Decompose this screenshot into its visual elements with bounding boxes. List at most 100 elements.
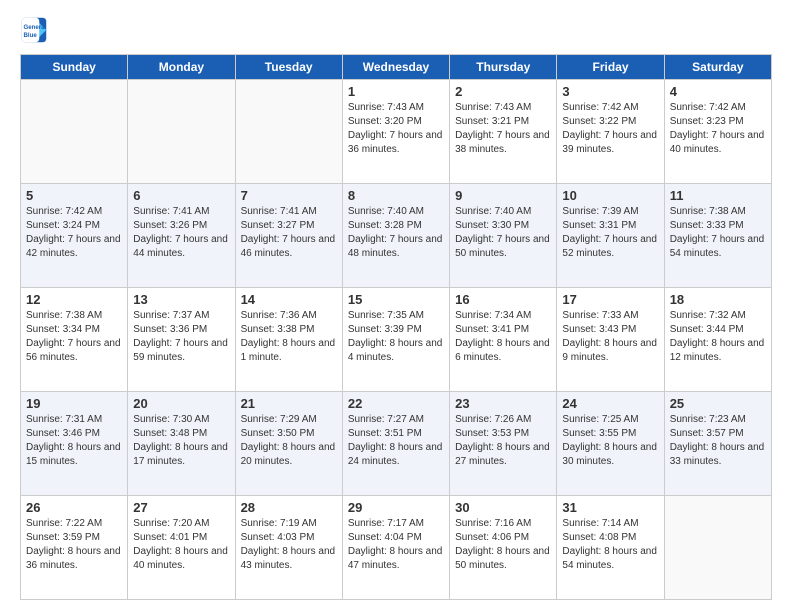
day-number: 31	[562, 500, 658, 515]
calendar-day-cell: 11Sunrise: 7:38 AM Sunset: 3:33 PM Dayli…	[664, 184, 771, 288]
day-info: Sunrise: 7:41 AM Sunset: 3:26 PM Dayligh…	[133, 205, 229, 261]
calendar-day-cell: 10 Sunrise: 7:39 AM Sunset: 3:31 PM Dayli…	[557, 184, 664, 288]
page: General Blue SundayMondayTuesdayWednesda…	[0, 0, 792, 612]
day-info: Sunrise: 7:32 AM Sunset: 3:44 PM Dayligh…	[670, 309, 766, 365]
day-number: 4	[670, 84, 766, 99]
day-number: 11	[670, 188, 766, 203]
calendar-day-cell: 25 Sunrise: 7:23 AM Sunset: 3:57 PM Dayli…	[664, 392, 771, 496]
day-number: 13	[133, 292, 229, 307]
day-info: Sunrise: 7:43 AM Sunset: 3:20 PM Dayligh…	[348, 101, 444, 157]
day-info: Sunrise: 7:20 AM Sunset: 4:01 PM Dayligh…	[133, 517, 229, 573]
day-info: Sunrise: 7:25 AM Sunset: 3:55 PM Dayligh…	[562, 413, 658, 469]
day-info: Sunrise: 7:41 AM Sunset: 3:27 PM Dayligh…	[241, 205, 337, 261]
calendar-header-row: SundayMondayTuesdayWednesdayThursdayFrid…	[21, 55, 772, 80]
day-info: Sunrise: 7:38 AM Sunset: 3:34 PM Dayligh…	[26, 309, 122, 365]
day-number: 12	[26, 292, 122, 307]
svg-text:General: General	[24, 24, 47, 31]
calendar-day-cell: 29 Sunrise: 7:17 AM Sunset: 4:04 PM Dayli…	[342, 496, 449, 600]
calendar-week-row: 1 Sunrise: 7:43 AM Sunset: 3:20 PM Daylig…	[21, 80, 772, 184]
day-number: 21	[241, 396, 337, 411]
calendar-header-cell: Saturday	[664, 55, 771, 80]
calendar-day-cell: 13 Sunrise: 7:37 AM Sunset: 3:36 PM Dayli…	[128, 288, 235, 392]
calendar-day-cell: 30Sunrise: 7:16 AM Sunset: 4:06 PM Dayli…	[450, 496, 557, 600]
calendar-week-row: 19 Sunrise: 7:31 AM Sunset: 3:46 PM Dayli…	[21, 392, 772, 496]
calendar-day-cell: 6 Sunrise: 7:41 AM Sunset: 3:26 PM Daylig…	[128, 184, 235, 288]
calendar-day-cell: 2Sunrise: 7:43 AM Sunset: 3:21 PM Daylig…	[450, 80, 557, 184]
calendar-day-cell: 20 Sunrise: 7:30 AM Sunset: 3:48 PM Dayli…	[128, 392, 235, 496]
calendar-day-cell: 27 Sunrise: 7:20 AM Sunset: 4:01 PM Dayli…	[128, 496, 235, 600]
calendar-day-cell	[664, 496, 771, 600]
calendar-day-cell: 23 Sunrise: 7:26 AM Sunset: 3:53 PM Dayli…	[450, 392, 557, 496]
calendar-header-cell: Thursday	[450, 55, 557, 80]
calendar-day-cell: 1 Sunrise: 7:43 AM Sunset: 3:20 PM Daylig…	[342, 80, 449, 184]
day-number: 6	[133, 188, 229, 203]
calendar-week-row: 26 Sunrise: 7:22 AM Sunset: 3:59 PM Dayli…	[21, 496, 772, 600]
day-info: Sunrise: 7:31 AM Sunset: 3:46 PM Dayligh…	[26, 413, 122, 469]
day-info: Sunrise: 7:30 AM Sunset: 3:48 PM Dayligh…	[133, 413, 229, 469]
day-number: 29	[348, 500, 444, 515]
calendar-day-cell: 21 Sunrise: 7:29 AM Sunset: 3:50 PM Dayli…	[235, 392, 342, 496]
day-info: Sunrise: 7:35 AM Sunset: 3:39 PM Dayligh…	[348, 309, 444, 365]
calendar-day-cell: 26 Sunrise: 7:22 AM Sunset: 3:59 PM Dayli…	[21, 496, 128, 600]
calendar-header-cell: Sunday	[21, 55, 128, 80]
calendar-day-cell: 24 Sunrise: 7:25 AM Sunset: 3:55 PM Dayli…	[557, 392, 664, 496]
day-info: Sunrise: 7:29 AM Sunset: 3:50 PM Dayligh…	[241, 413, 337, 469]
calendar-day-cell: 19 Sunrise: 7:31 AM Sunset: 3:46 PM Dayli…	[21, 392, 128, 496]
day-info: Sunrise: 7:40 AM Sunset: 3:30 PM Dayligh…	[455, 205, 551, 261]
day-info: Sunrise: 7:26 AM Sunset: 3:53 PM Dayligh…	[455, 413, 551, 469]
logo-icon: General Blue	[20, 16, 48, 44]
calendar-day-cell: 31Sunrise: 7:14 AM Sunset: 4:08 PM Dayli…	[557, 496, 664, 600]
calendar-header-cell: Friday	[557, 55, 664, 80]
calendar-header-cell: Monday	[128, 55, 235, 80]
day-number: 7	[241, 188, 337, 203]
calendar-day-cell: 4 Sunrise: 7:42 AM Sunset: 3:23 PM Daylig…	[664, 80, 771, 184]
day-number: 18	[670, 292, 766, 307]
day-info: Sunrise: 7:43 AM Sunset: 3:21 PM Dayligh…	[455, 101, 551, 157]
day-number: 20	[133, 396, 229, 411]
day-info: Sunrise: 7:34 AM Sunset: 3:41 PM Dayligh…	[455, 309, 551, 365]
calendar-day-cell	[128, 80, 235, 184]
calendar-week-row: 5Sunrise: 7:42 AM Sunset: 3:24 PM Daylig…	[21, 184, 772, 288]
day-number: 10	[562, 188, 658, 203]
day-info: Sunrise: 7:42 AM Sunset: 3:22 PM Dayligh…	[562, 101, 658, 157]
day-number: 16	[455, 292, 551, 307]
calendar-day-cell: 5Sunrise: 7:42 AM Sunset: 3:24 PM Daylig…	[21, 184, 128, 288]
calendar-day-cell: 8Sunrise: 7:40 AM Sunset: 3:28 PM Daylig…	[342, 184, 449, 288]
calendar-day-cell: 15 Sunrise: 7:35 AM Sunset: 3:39 PM Dayli…	[342, 288, 449, 392]
day-info: Sunrise: 7:16 AM Sunset: 4:06 PM Dayligh…	[455, 517, 551, 573]
logo: General Blue	[20, 16, 52, 44]
calendar-header-cell: Tuesday	[235, 55, 342, 80]
calendar-body: 1 Sunrise: 7:43 AM Sunset: 3:20 PM Daylig…	[21, 80, 772, 600]
day-info: Sunrise: 7:17 AM Sunset: 4:04 PM Dayligh…	[348, 517, 444, 573]
day-number: 25	[670, 396, 766, 411]
day-info: Sunrise: 7:37 AM Sunset: 3:36 PM Dayligh…	[133, 309, 229, 365]
day-number: 15	[348, 292, 444, 307]
day-info: Sunrise: 7:42 AM Sunset: 3:24 PM Dayligh…	[26, 205, 122, 261]
calendar-day-cell: 28Sunrise: 7:19 AM Sunset: 4:03 PM Dayli…	[235, 496, 342, 600]
day-info: Sunrise: 7:39 AM Sunset: 3:31 PM Dayligh…	[562, 205, 658, 261]
day-number: 9	[455, 188, 551, 203]
day-number: 27	[133, 500, 229, 515]
day-number: 24	[562, 396, 658, 411]
day-info: Sunrise: 7:23 AM Sunset: 3:57 PM Dayligh…	[670, 413, 766, 469]
day-number: 14	[241, 292, 337, 307]
calendar-table: SundayMondayTuesdayWednesdayThursdayFrid…	[20, 54, 772, 600]
day-info: Sunrise: 7:19 AM Sunset: 4:03 PM Dayligh…	[241, 517, 337, 573]
calendar-day-cell: 17Sunrise: 7:33 AM Sunset: 3:43 PM Dayli…	[557, 288, 664, 392]
day-number: 3	[562, 84, 658, 99]
day-number: 23	[455, 396, 551, 411]
day-number: 1	[348, 84, 444, 99]
calendar-day-cell: 16 Sunrise: 7:34 AM Sunset: 3:41 PM Dayli…	[450, 288, 557, 392]
day-info: Sunrise: 7:33 AM Sunset: 3:43 PM Dayligh…	[562, 309, 658, 365]
calendar-week-row: 12 Sunrise: 7:38 AM Sunset: 3:34 PM Dayli…	[21, 288, 772, 392]
day-number: 26	[26, 500, 122, 515]
day-info: Sunrise: 7:42 AM Sunset: 3:23 PM Dayligh…	[670, 101, 766, 157]
calendar-day-cell: 14Sunrise: 7:36 AM Sunset: 3:38 PM Dayli…	[235, 288, 342, 392]
calendar-day-cell: 9 Sunrise: 7:40 AM Sunset: 3:30 PM Daylig…	[450, 184, 557, 288]
day-number: 19	[26, 396, 122, 411]
calendar-day-cell: 7 Sunrise: 7:41 AM Sunset: 3:27 PM Daylig…	[235, 184, 342, 288]
day-info: Sunrise: 7:22 AM Sunset: 3:59 PM Dayligh…	[26, 517, 122, 573]
calendar-day-cell: 22Sunrise: 7:27 AM Sunset: 3:51 PM Dayli…	[342, 392, 449, 496]
calendar-day-cell: 12 Sunrise: 7:38 AM Sunset: 3:34 PM Dayli…	[21, 288, 128, 392]
header: General Blue	[20, 16, 772, 44]
